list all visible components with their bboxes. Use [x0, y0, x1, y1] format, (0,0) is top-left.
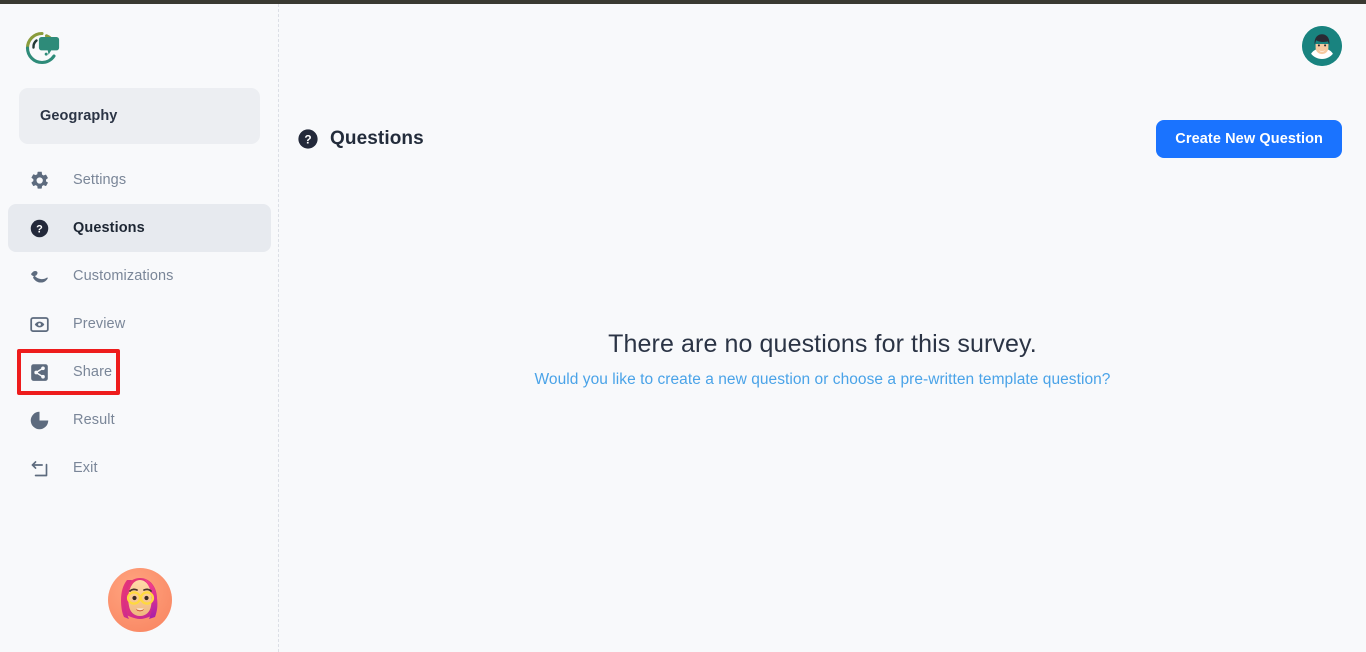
pie-chart-icon	[28, 409, 50, 431]
sidebar-item-customizations[interactable]: Customizations	[8, 252, 271, 300]
page-title: Questions	[330, 128, 424, 149]
survey-name-label: Geography	[40, 108, 118, 124]
svg-text:?: ?	[304, 132, 311, 146]
survey-logo[interactable]	[22, 28, 62, 68]
question-circle-icon: ?	[297, 128, 319, 150]
sidebar-item-preview[interactable]: Preview	[8, 300, 271, 348]
empty-state-title: There are no questions for this survey.	[608, 330, 1037, 358]
svg-text:?: ?	[36, 223, 43, 235]
promo-avatar	[103, 563, 177, 637]
promo-avatar-icon	[107, 568, 172, 632]
survey-name-chip[interactable]: Geography	[19, 88, 260, 144]
empty-state-link[interactable]: Would you like to create a new question …	[535, 371, 1111, 389]
sidebar-nav: Settings ? Questions Customizations Prev…	[0, 156, 279, 492]
page-title-group: ? Questions	[297, 128, 424, 150]
sidebar-item-questions[interactable]: ? Questions	[8, 204, 271, 252]
sidebar: Geography Settings ? Questions Customiza…	[0, 4, 279, 652]
sidebar-item-label: Customizations	[73, 268, 174, 284]
sidebar-item-label: Preview	[73, 316, 126, 332]
browser-chrome-strip	[0, 0, 1366, 4]
sidebar-item-label: Settings	[73, 172, 127, 188]
create-new-question-button[interactable]: Create New Question	[1156, 120, 1342, 158]
sidebar-item-settings[interactable]: Settings	[8, 156, 271, 204]
sidebar-promo[interactable]: Get more?	[0, 563, 279, 652]
sidebar-item-label: Exit	[73, 460, 98, 476]
empty-state: There are no questions for this survey. …	[279, 329, 1366, 389]
brush-icon	[28, 265, 50, 287]
user-avatar-icon	[1302, 26, 1342, 66]
sidebar-item-label: Share	[73, 364, 113, 380]
survey-logo-icon	[25, 31, 60, 65]
question-circle-icon: ?	[28, 217, 50, 239]
share-box-icon	[28, 361, 50, 383]
app-root: Geography Settings ? Questions Customiza…	[0, 4, 1366, 652]
sidebar-item-result[interactable]: Result	[8, 396, 271, 444]
exit-icon	[28, 457, 50, 479]
main-content: ? Questions Create New Question There ar…	[279, 4, 1366, 652]
gear-icon	[28, 169, 50, 191]
eye-box-icon	[28, 313, 50, 335]
sidebar-item-share[interactable]: Share	[8, 348, 271, 396]
user-avatar[interactable]	[1302, 26, 1342, 66]
sidebar-item-exit[interactable]: Exit	[8, 444, 271, 492]
sidebar-item-label: Questions	[73, 220, 145, 236]
sidebar-item-label: Result	[73, 412, 115, 428]
page-header: ? Questions Create New Question	[297, 117, 1342, 161]
